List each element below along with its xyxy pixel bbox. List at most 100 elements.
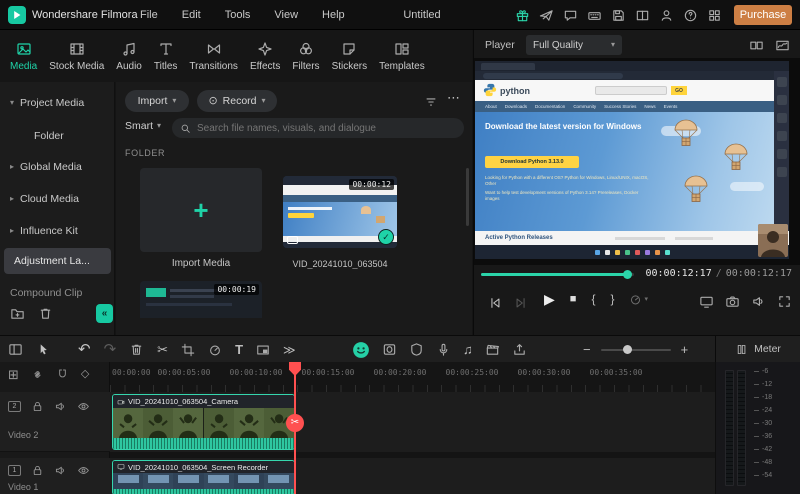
crop-icon[interactable] bbox=[181, 343, 195, 357]
split-scissors-icon[interactable]: ✂ bbox=[157, 343, 168, 356]
collapse-sidebar-button[interactable]: « bbox=[96, 304, 113, 323]
preview-frame[interactable]: python GO About Downloads Documentation Com… bbox=[475, 61, 789, 259]
meter-header[interactable]: Meter bbox=[715, 335, 800, 362]
search-bar[interactable] bbox=[172, 118, 464, 138]
tab-stock-media[interactable]: Stock Media bbox=[43, 30, 110, 82]
scrubber-handle[interactable] bbox=[623, 270, 632, 279]
text-tool-icon[interactable]: T bbox=[235, 343, 243, 356]
sort-filter-icon[interactable] bbox=[424, 95, 438, 109]
timeline-clip-camera[interactable]: VID_20241010_063504_Camera bbox=[112, 394, 295, 450]
media-scrollbar[interactable] bbox=[466, 168, 469, 226]
quality-dropdown[interactable]: Full Quality ▾ bbox=[526, 35, 622, 55]
new-folder-icon[interactable] bbox=[10, 306, 25, 321]
sidebar-item-project-media[interactable]: ▾ Project Media bbox=[0, 90, 115, 116]
sidebar-item-compound-clip[interactable]: Compound Clip bbox=[0, 280, 115, 306]
lock-track-icon[interactable] bbox=[31, 400, 44, 413]
zoom-in-icon[interactable]: + bbox=[681, 343, 689, 356]
beat-detection-icon[interactable]: ♫ bbox=[463, 343, 473, 356]
timeline-zoom-slider[interactable] bbox=[600, 345, 671, 354]
apps-grid-icon[interactable] bbox=[707, 8, 722, 23]
menu-tools[interactable]: Tools bbox=[225, 9, 251, 21]
tab-filters[interactable]: Filters bbox=[286, 30, 325, 82]
layout-icon[interactable] bbox=[635, 8, 650, 23]
scene-detection-icon[interactable] bbox=[485, 342, 500, 357]
gift-icon[interactable] bbox=[515, 8, 530, 23]
tab-effects[interactable]: Effects bbox=[244, 30, 286, 82]
feedback-icon[interactable] bbox=[563, 8, 578, 23]
tab-audio[interactable]: Audio bbox=[110, 30, 148, 82]
video-clip-tile[interactable]: 00:00:12 ✓ bbox=[283, 176, 397, 248]
mirror-display-icon[interactable] bbox=[699, 294, 714, 309]
previous-frame-icon[interactable] bbox=[488, 296, 502, 310]
menu-file[interactable]: File bbox=[140, 9, 158, 21]
undo-icon[interactable]: ↶ bbox=[78, 342, 91, 357]
panel-layout-icon[interactable] bbox=[8, 342, 23, 357]
voiceover-mic-icon[interactable] bbox=[436, 342, 451, 357]
import-button[interactable]: Import ▾ bbox=[125, 90, 189, 112]
mark-in-icon[interactable]: { bbox=[591, 293, 595, 305]
select-tool-icon[interactable] bbox=[36, 342, 51, 357]
menu-view[interactable]: View bbox=[274, 9, 298, 21]
tab-templates[interactable]: Templates bbox=[373, 30, 431, 82]
ai-smart-tool-icon[interactable] bbox=[352, 341, 370, 359]
more-tools-icon[interactable]: ≫ bbox=[283, 344, 296, 356]
hide-track-icon[interactable] bbox=[77, 400, 90, 413]
next-frame-icon[interactable] bbox=[514, 296, 528, 310]
redo-icon[interactable]: ↷ bbox=[104, 342, 117, 357]
menu-help[interactable]: Help bbox=[322, 9, 345, 21]
timeline-ruler[interactable]: 00:00:00 00:00:05:00 00:00:10:00 00:00:1… bbox=[110, 362, 715, 392]
play-icon[interactable]: ▶ bbox=[544, 292, 555, 306]
menu-edit[interactable]: Edit bbox=[182, 9, 201, 21]
sidebar-item-cloud-media[interactable]: ▸ Cloud Media bbox=[0, 186, 115, 212]
mute-track-icon[interactable] bbox=[54, 400, 67, 413]
project-name[interactable]: Untitled bbox=[403, 9, 440, 21]
tab-stickers[interactable]: Stickers bbox=[326, 30, 374, 82]
account-icon[interactable] bbox=[659, 8, 674, 23]
tab-titles[interactable]: Titles bbox=[148, 30, 184, 82]
delete-folder-icon[interactable] bbox=[38, 306, 53, 321]
effects-plugin-icon[interactable] bbox=[409, 342, 424, 357]
snapshot-camera-icon[interactable] bbox=[725, 294, 740, 309]
zoom-out-icon[interactable]: − bbox=[583, 343, 591, 356]
mute-track-icon[interactable] bbox=[54, 464, 67, 477]
tab-transitions[interactable]: Transitions bbox=[183, 30, 244, 82]
stop-icon[interactable]: ■ bbox=[570, 293, 577, 305]
record-button[interactable]: ⊙ Record ▾ bbox=[197, 90, 277, 112]
pip-icon[interactable] bbox=[256, 343, 270, 357]
sidebar-item-adjustment-layer[interactable]: Adjustment La... bbox=[4, 248, 111, 274]
hide-track-icon[interactable] bbox=[77, 464, 90, 477]
keyboard-icon[interactable] bbox=[587, 8, 602, 23]
partial-clip-tile[interactable]: 00:00:19 bbox=[140, 281, 262, 318]
timeline-clip-screen-recorder[interactable]: VID_20241010_063504_Screen Recorder bbox=[112, 460, 295, 494]
purchase-button[interactable]: Purchase bbox=[734, 5, 792, 25]
manage-tracks-icon[interactable]: ⊞ bbox=[8, 368, 19, 381]
render-preview-button[interactable]: ▾ bbox=[629, 293, 648, 306]
mask-icon[interactable] bbox=[382, 342, 397, 357]
more-options-icon[interactable]: ⋯ bbox=[447, 91, 460, 104]
fullscreen-icon[interactable] bbox=[777, 294, 792, 309]
mark-out-icon[interactable]: } bbox=[610, 293, 614, 305]
speaker-icon[interactable] bbox=[751, 294, 766, 309]
sidebar-item-folder[interactable]: Folder bbox=[0, 123, 115, 149]
help-icon[interactable] bbox=[683, 8, 698, 23]
search-input[interactable] bbox=[197, 122, 456, 134]
save-icon[interactable] bbox=[611, 8, 626, 23]
player-scrubber[interactable] bbox=[481, 270, 634, 279]
link-clips-icon[interactable] bbox=[31, 368, 44, 381]
speed-icon[interactable] bbox=[208, 343, 222, 357]
zoom-slider-handle[interactable] bbox=[622, 345, 632, 354]
video-scopes-icon[interactable] bbox=[775, 38, 790, 53]
keyframe-icon[interactable]: ◇ bbox=[81, 369, 89, 380]
delete-icon[interactable] bbox=[129, 342, 144, 357]
selected-check-icon[interactable]: ✓ bbox=[378, 229, 394, 245]
quick-split-scissors-button[interactable]: ✂ bbox=[286, 414, 304, 432]
smart-filter-dropdown[interactable]: Smart ▾ bbox=[125, 120, 161, 132]
import-media-tile[interactable]: + bbox=[140, 168, 262, 252]
lock-track-icon[interactable] bbox=[31, 464, 44, 477]
send-icon[interactable] bbox=[539, 8, 554, 23]
quick-export-icon[interactable] bbox=[512, 342, 527, 357]
snap-magnet-icon[interactable] bbox=[56, 368, 69, 381]
sidebar-item-influence-kit[interactable]: ▸ Influence Kit bbox=[0, 218, 115, 244]
sidebar-item-global-media[interactable]: ▸ Global Media bbox=[0, 154, 115, 180]
split-screen-icon[interactable] bbox=[749, 38, 764, 53]
